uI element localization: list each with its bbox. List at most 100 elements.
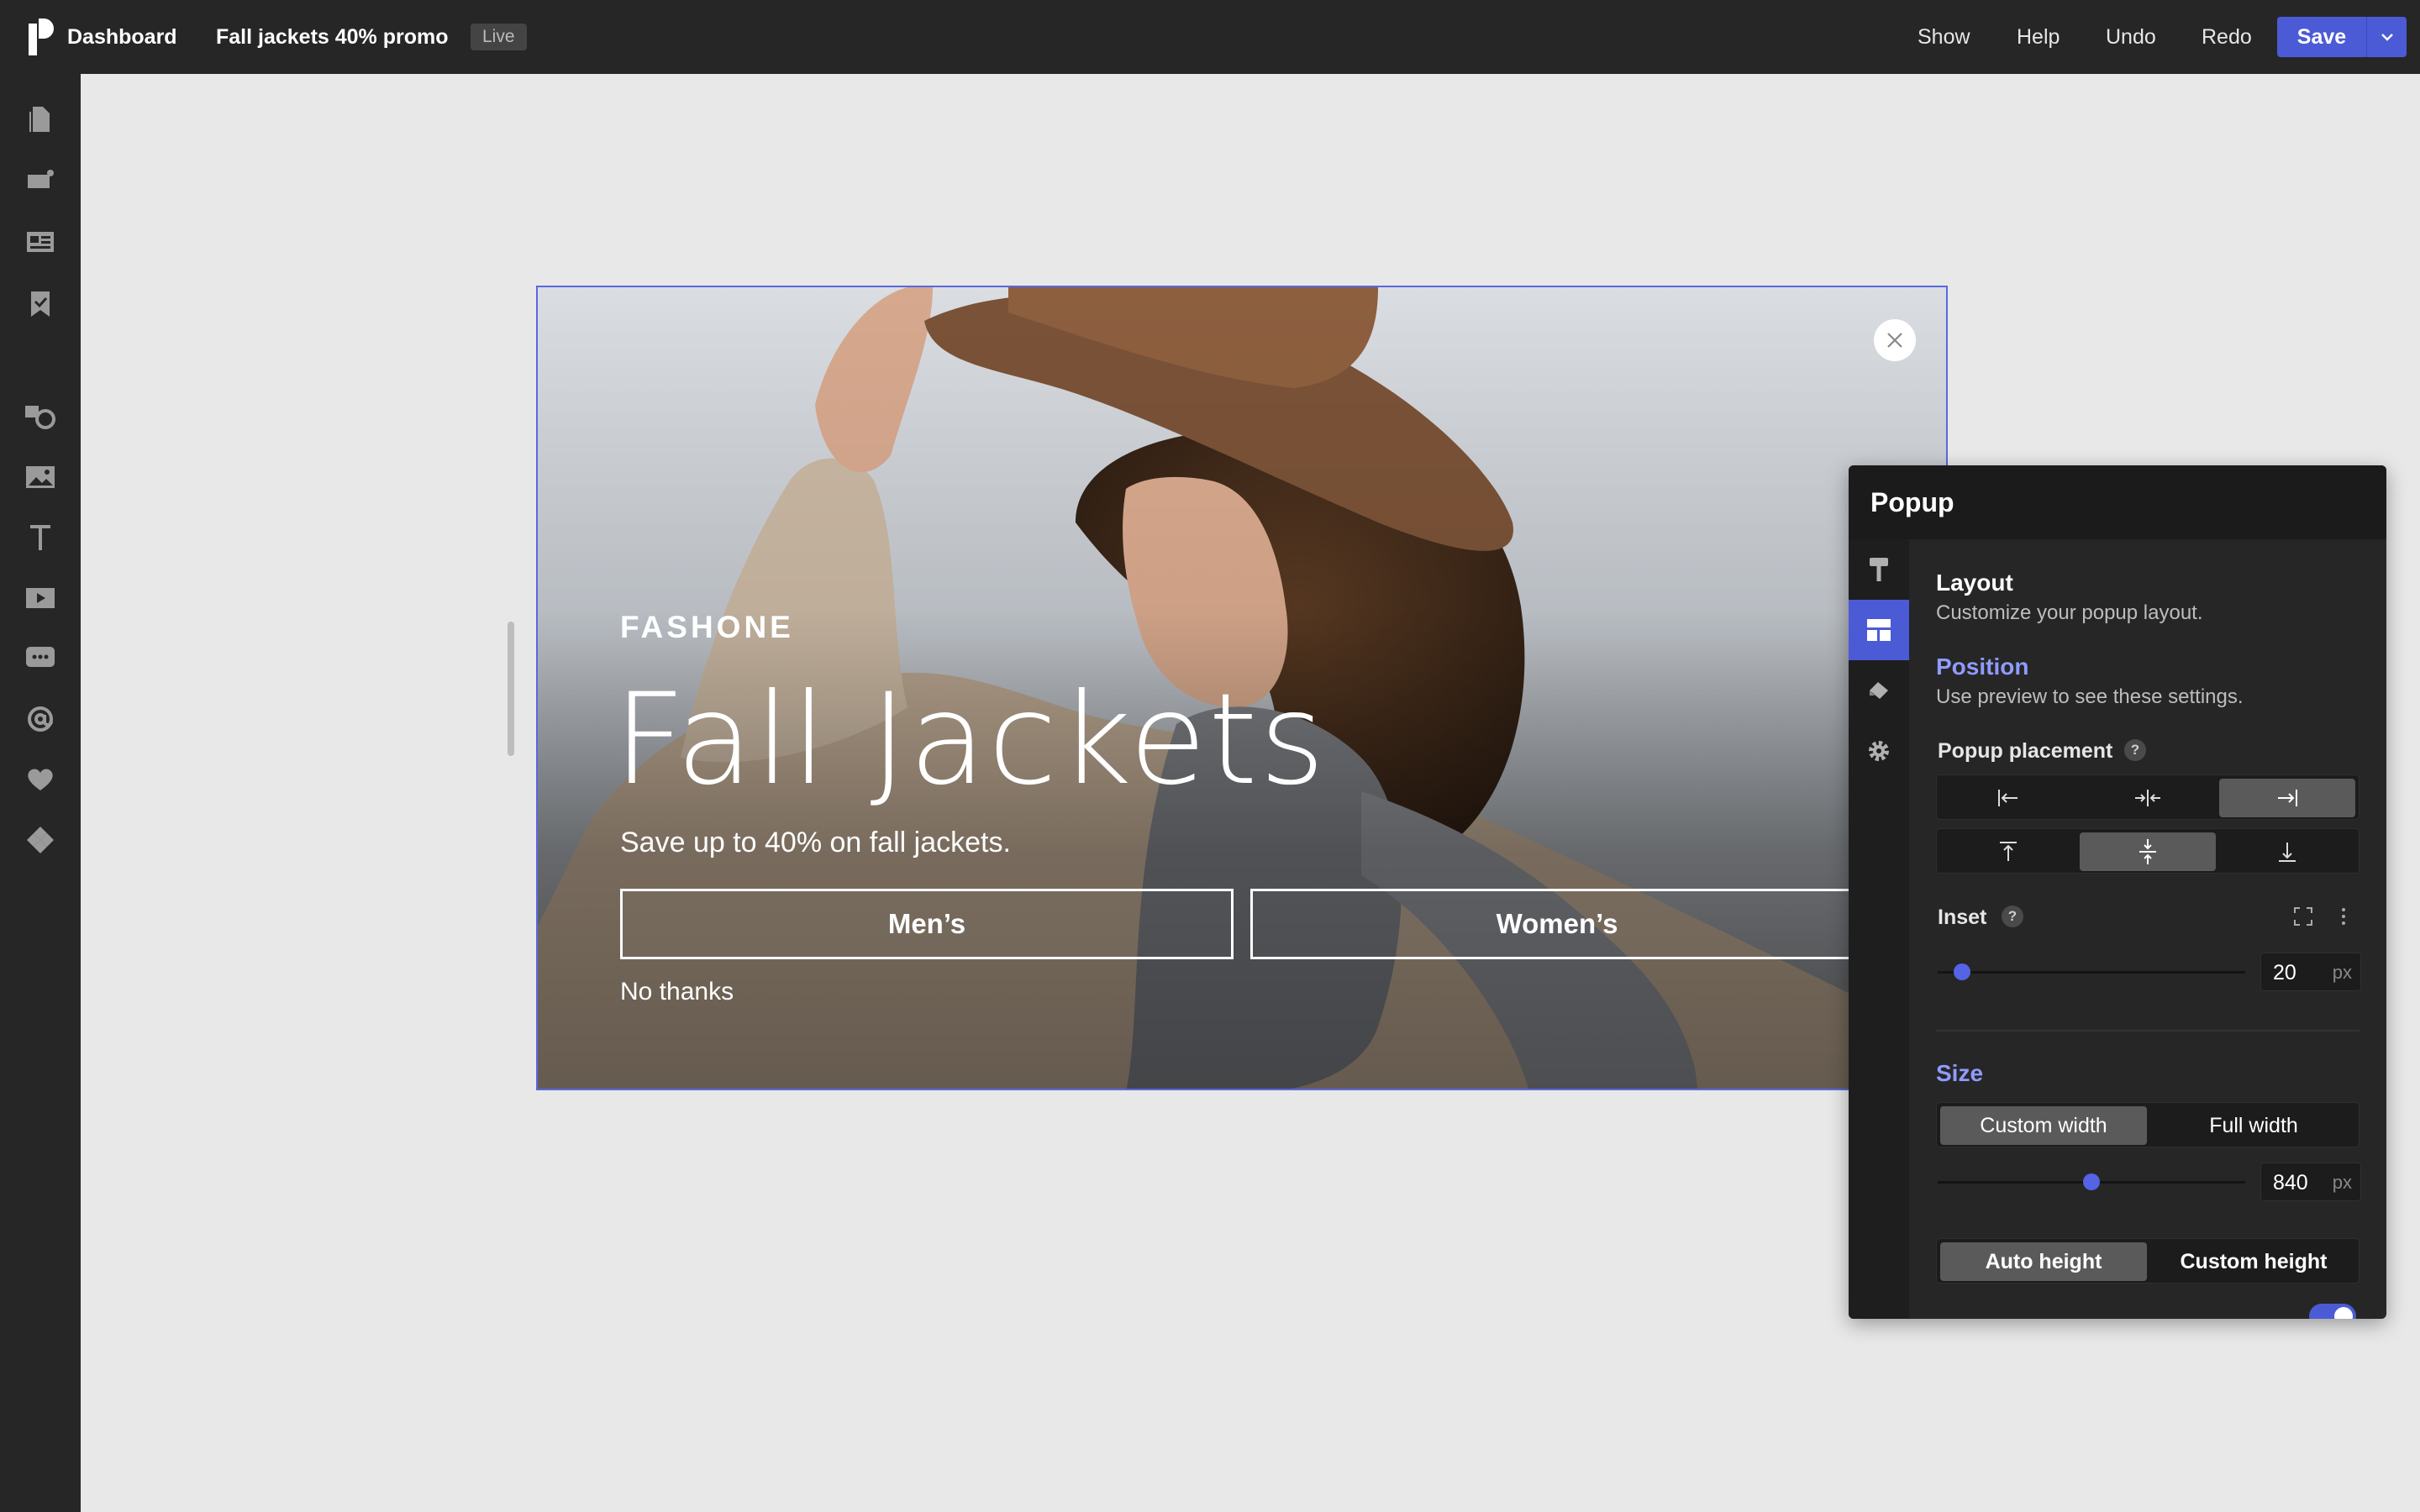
status-badge: Live [471, 24, 527, 50]
width-slider-knob[interactable] [2083, 1173, 2100, 1190]
panel-tabs [1849, 539, 1909, 1319]
chat-tool[interactable] [24, 642, 57, 675]
integrations-icon [27, 827, 54, 853]
popup-headline[interactable]: Fall Jackets [613, 667, 1327, 813]
brand-logo: FASHONE [620, 610, 794, 644]
align-top-button[interactable] [1940, 832, 2076, 871]
tab-layout[interactable] [1849, 600, 1909, 660]
inset-expand-button[interactable] [2291, 904, 2316, 929]
toggle-switch[interactable] [2309, 1304, 2356, 1319]
favorite-tool[interactable] [24, 763, 57, 796]
align-middle-button[interactable] [2080, 832, 2216, 871]
align-top-icon [2000, 842, 2017, 861]
tab-settings[interactable] [1849, 721, 1909, 781]
align-right-button[interactable] [2219, 779, 2355, 817]
popup-subheadline[interactable]: Save up to 40% on fall jackets. [620, 827, 1011, 859]
size-section-title: Size [1936, 1060, 1984, 1086]
image-tool[interactable] [24, 460, 57, 494]
height-mode-control: Auto height Custom height [1936, 1238, 2360, 1284]
bookmark-tool[interactable] [24, 287, 57, 321]
integrations-tool[interactable] [24, 823, 57, 857]
custom-height-option[interactable]: Custom height [2150, 1242, 2357, 1281]
width-unit: px [2332, 1172, 2352, 1193]
video-tool[interactable] [24, 581, 57, 615]
custom-height-label: Custom height [2180, 1249, 2328, 1273]
width-value: 840 [2273, 1171, 2308, 1194]
layout-tool[interactable] [24, 225, 57, 259]
align-left-icon [1998, 790, 2018, 806]
text-tool[interactable] [24, 521, 57, 554]
gear-icon [1869, 741, 1889, 761]
inset-help-icon[interactable]: ? [2002, 906, 2023, 927]
inset-slider[interactable] [1938, 971, 2245, 974]
save-options-button[interactable] [2367, 17, 2407, 57]
image-icon [26, 466, 55, 488]
mens-button[interactable]: Men’s [620, 889, 1234, 959]
more-vertical-icon [2342, 908, 2345, 925]
auto-height-label: Auto height [1985, 1249, 2102, 1273]
show-button[interactable]: Show [1918, 0, 1970, 74]
inset-slider-knob[interactable] [1954, 963, 1971, 980]
tab-style[interactable] [1849, 539, 1909, 600]
chevron-down-icon [2381, 34, 2393, 41]
width-mode-control: Custom width Full width [1936, 1102, 2360, 1147]
expand-icon [2294, 907, 2312, 926]
app-logo-icon[interactable] [29, 18, 54, 55]
close-icon [1887, 333, 1902, 348]
undo-button[interactable]: Undo [2106, 0, 2156, 74]
layout-section-title: Layout [1936, 570, 2013, 596]
save-button-group: Save [2277, 17, 2407, 57]
paint-roller-icon [1870, 558, 1888, 581]
help-button[interactable]: Help [2017, 0, 2060, 74]
width-input[interactable]: 840 px [2260, 1163, 2361, 1201]
chat-icon [26, 647, 55, 667]
layout-icon [27, 232, 54, 252]
popup-icon [28, 170, 54, 188]
save-button[interactable]: Save [2277, 17, 2366, 57]
position-section-subtitle: Use preview to see these settings. [1936, 685, 2244, 708]
popup-settings-panel: Popup Layout Customize your popup layout… [1849, 465, 2386, 1319]
text-icon [30, 525, 50, 550]
custom-width-label: Custom width [1980, 1113, 2107, 1137]
toggle-knob [2334, 1307, 2353, 1319]
inset-unit: px [2332, 962, 2352, 983]
popup-close-button[interactable] [1874, 319, 1916, 361]
womens-button[interactable]: Women’s [1250, 889, 1864, 959]
full-width-label: Full width [2209, 1113, 2298, 1137]
auto-height-option[interactable]: Auto height [1940, 1242, 2147, 1281]
inset-more-button[interactable] [2331, 904, 2356, 929]
popup-tool[interactable] [24, 163, 57, 197]
canvas-resize-handle[interactable] [508, 622, 514, 756]
popup-placement-label: Popup placement [1938, 739, 2113, 763]
redo-button[interactable]: Redo [2202, 0, 2252, 74]
pages-tool[interactable] [24, 102, 57, 136]
email-tool[interactable] [24, 702, 57, 736]
bookmark-icon [31, 291, 50, 317]
panel-title: Popup [1870, 487, 1954, 517]
popup-preview[interactable]: FASHONE Fall Jackets Save up to 40% on f… [536, 286, 1948, 1090]
align-center-horizontal-button[interactable] [2080, 779, 2216, 817]
placement-help-icon[interactable]: ? [2124, 739, 2146, 761]
full-width-option[interactable]: Full width [2150, 1106, 2357, 1145]
align-middle-icon [2139, 839, 2156, 864]
align-bottom-icon [2279, 843, 2296, 862]
align-left-button[interactable] [1940, 779, 2076, 817]
inset-label: Inset [1938, 906, 1987, 929]
shapes-tool[interactable] [24, 400, 57, 433]
vertical-placement-control [1936, 828, 2360, 874]
custom-width-option[interactable]: Custom width [1940, 1106, 2147, 1145]
align-center-horizontal-icon [2135, 790, 2160, 806]
align-bottom-button[interactable] [2219, 832, 2355, 871]
pages-icon [29, 107, 50, 132]
inset-input[interactable]: 20 px [2260, 953, 2361, 991]
left-toolbar [0, 74, 81, 1512]
no-thanks-link[interactable]: No thanks [620, 978, 734, 1006]
position-section-title: Position [1936, 654, 2029, 680]
panel-header: Popup [1849, 465, 2386, 539]
dashboard-link[interactable]: Dashboard [67, 0, 177, 74]
section-divider [1936, 1030, 2360, 1032]
video-icon [26, 588, 55, 608]
campaign-title[interactable]: Fall jackets 40% promo [216, 0, 449, 74]
layout-icon [1867, 619, 1891, 641]
tab-visibility[interactable] [1849, 660, 1909, 721]
